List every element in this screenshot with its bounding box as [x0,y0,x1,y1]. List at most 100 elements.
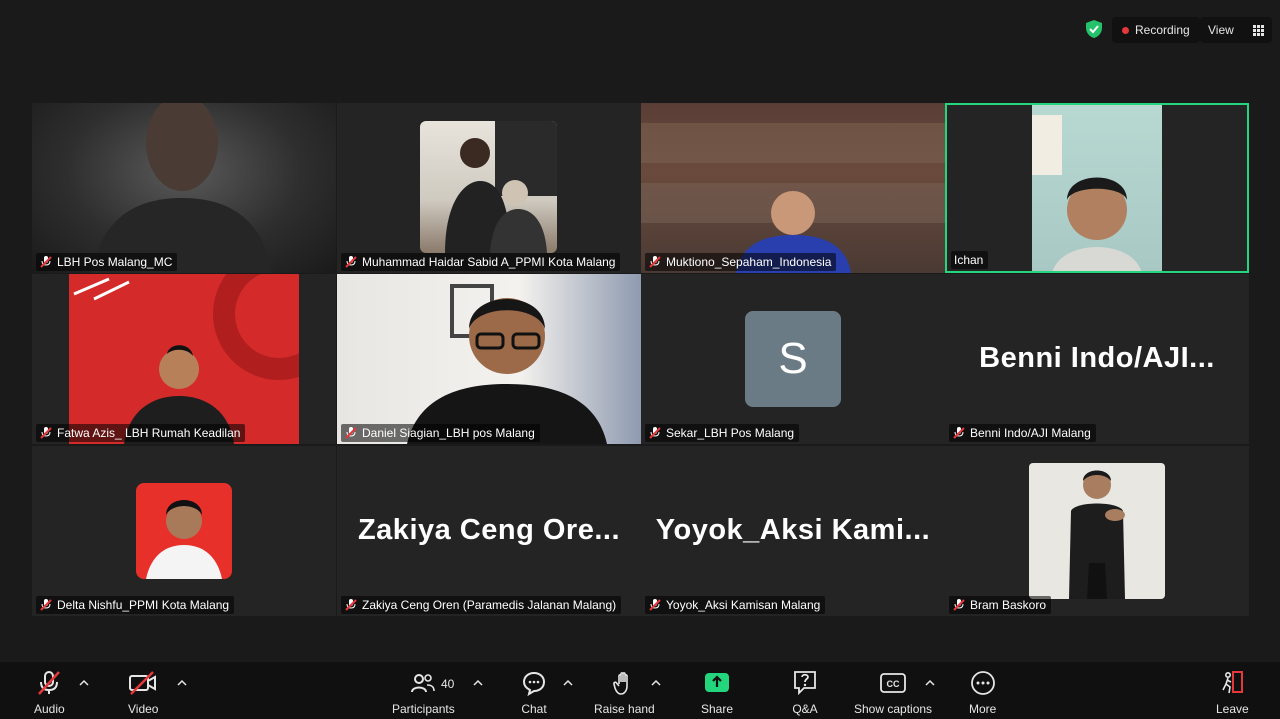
participant-tile[interactable]: Yoyok_Aksi Kami... Yoyok_Aksi Kamisan Ma… [641,446,945,616]
muted-mic-icon [345,427,357,439]
svg-text:CC: CC [887,679,900,689]
participant-display-name: Yoyok_Aksi Kami... [655,514,931,546]
shield-check-icon[interactable] [1084,19,1104,39]
video-options-chevron-icon[interactable] [177,679,187,687]
muted-mic-icon [40,427,52,439]
chat-icon [522,671,546,696]
participant-name: Daniel Siagian_LBH pos Malang [362,426,535,440]
view-label: View [1208,23,1234,37]
participant-tile[interactable]: Fatwa Azis_ LBH Rumah Keadilan [32,274,336,444]
muted-mic-icon [953,427,965,439]
participant-tile[interactable]: Daniel Siagian_LBH pos Malang [337,274,641,444]
reactions-options-chevron-icon[interactable] [651,679,661,687]
name-tag: Muhammad Haidar Sabid A_PPMI Kota Malang [341,253,621,271]
video-button[interactable]: Video [128,670,158,716]
top-bar: Recording View [0,0,1280,60]
qa-label: Q&A [792,702,818,716]
participant-display-name: Zakiya Ceng Ore... [357,514,621,546]
share-label: Share [701,702,734,716]
share-button[interactable]: Share [701,670,733,716]
participant-avatar: S [745,311,841,407]
participant-tile[interactable]: Zakiya Ceng Ore... Zakiya Ceng Oren (Par… [337,446,641,616]
muted-mic-icon [40,256,52,268]
raise-hand-label: Raise hand [594,702,655,716]
name-tag: Daniel Siagian_LBH pos Malang [341,424,540,442]
chat-button[interactable]: Chat [521,670,547,716]
participant-tile[interactable]: Muhammad Haidar Sabid A_PPMI Kota Malang [337,103,641,273]
participant-video [337,274,641,444]
name-tag: Fatwa Azis_ LBH Rumah Keadilan [36,424,246,442]
participants-label: Participants [392,702,455,716]
raise-hand-button[interactable]: Raise hand [594,670,655,716]
leave-icon [1222,671,1244,694]
recording-indicator[interactable]: Recording [1112,17,1200,43]
participant-name: Bram Baskoro [970,598,1047,612]
muted-mic-icon [345,599,357,611]
participant-tile[interactable]: Delta Nishfu_PPMI Kota Malang [32,446,336,616]
audio-button[interactable]: Audio [34,670,65,716]
leave-label: Leave [1216,702,1249,716]
person-silhouette [92,103,272,273]
muted-mic-icon [345,256,357,268]
name-tag: Bram Baskoro [949,596,1052,614]
chat-options-chevron-icon[interactable] [563,679,573,687]
participant-tile[interactable]: Benni Indo/AJI... Benni Indo/AJI Malang [945,274,1249,444]
view-button[interactable]: View [1200,17,1272,43]
participant-tile[interactable]: S Sekar_LBH Pos Malang [641,274,945,444]
participant-tile[interactable]: Bram Baskoro [945,446,1249,616]
participant-video [420,121,557,253]
recording-label: Recording [1135,23,1190,37]
participant-name: Benni Indo/AJI Malang [970,426,1091,440]
participant-video [1029,463,1165,599]
leave-button[interactable]: Leave [1216,670,1249,716]
show-captions-button[interactable]: CC Show captions [854,670,932,716]
chat-label: Chat [521,702,547,716]
participant-video [641,103,945,273]
more-label: More [969,702,997,716]
show-captions-label: Show captions [854,702,933,716]
captions-options-chevron-icon[interactable] [925,679,935,687]
participants-count: 40 [441,677,455,691]
participant-name: LBH Pos Malang_MC [57,255,173,269]
video-label: Video [128,702,159,716]
name-tag: Sekar_LBH Pos Malang [645,424,800,442]
raise-hand-icon [613,672,629,695]
meeting-toolbar: Audio Video Participants 40 Chat Raise h… [0,662,1280,719]
muted-mic-icon [953,599,965,611]
name-tag: Yoyok_Aksi Kamisan Malang [645,596,826,614]
name-tag: LBH Pos Malang_MC [36,253,178,271]
active-speaker-tile[interactable]: Ichan [945,103,1249,273]
participant-name: Zakiya Ceng Oren (Paramedis Jalanan Mala… [362,598,617,612]
share-screen-icon [705,673,730,692]
participants-icon [411,674,436,693]
participant-name: Fatwa Azis_ LBH Rumah Keadilan [57,426,241,440]
participant-name: Muhammad Haidar Sabid A_PPMI Kota Malang [362,255,616,269]
participant-name: Yoyok_Aksi Kamisan Malang [666,598,821,612]
muted-mic-icon [649,256,661,268]
participant-name: Sekar_LBH Pos Malang [666,426,795,440]
closed-captions-icon: CC [880,673,906,693]
participant-video [136,483,232,579]
audio-label: Audio [34,702,65,716]
name-tag: Zakiya Ceng Oren (Paramedis Jalanan Mala… [341,596,622,614]
participant-tile[interactable]: LBH Pos Malang_MC [32,103,336,273]
video-gallery: LBH Pos Malang_MC Muhammad Haidar Sabid … [32,103,1250,617]
participant-name: Muktiono_Sepaham_Indonesia [666,255,832,269]
name-tag: Ichan [951,251,989,269]
qa-button[interactable]: Q&A [792,670,818,716]
grid-view-icon [1253,24,1264,36]
more-button[interactable]: More [969,670,996,716]
question-answer-icon [794,671,816,696]
participants-options-chevron-icon[interactable] [473,679,483,687]
audio-options-chevron-icon[interactable] [79,679,89,687]
participant-name: Delta Nishfu_PPMI Kota Malang [57,598,230,612]
camera-off-icon [129,671,157,695]
more-options-icon [970,671,995,695]
participant-video [1032,105,1162,271]
participant-tile[interactable]: Muktiono_Sepaham_Indonesia [641,103,945,273]
muted-mic-icon [40,599,52,611]
recording-dot-icon [1122,26,1129,34]
muted-mic-icon [649,599,661,611]
participant-display-name: Benni Indo/AJI... [979,342,1215,374]
participant-video [69,274,299,444]
